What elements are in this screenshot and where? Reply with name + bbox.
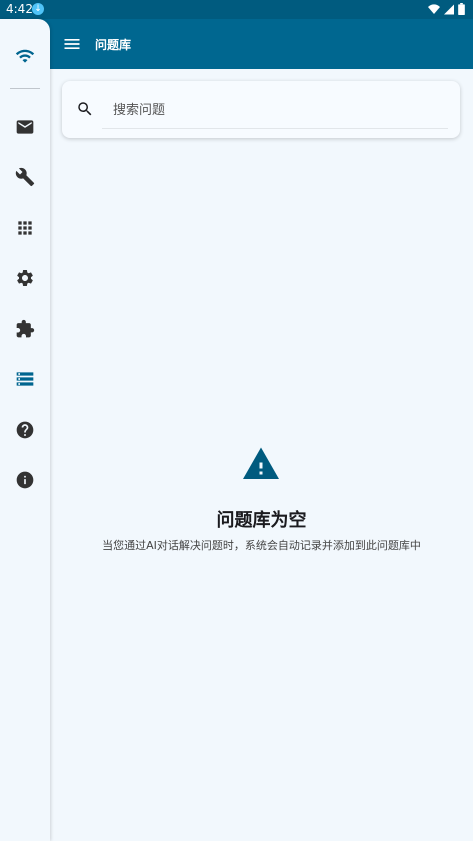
- empty-state-description: 当您通过AI对话解决问题时，系统会自动记录并添加到此问题库中: [102, 539, 421, 552]
- battery-icon: [458, 3, 465, 15]
- app-bar: 问题库: [0, 19, 473, 69]
- wifi-icon: [15, 49, 35, 63]
- nav-item-mail[interactable]: [13, 115, 37, 139]
- menu-button[interactable]: [62, 34, 82, 54]
- help-icon: [16, 421, 34, 439]
- wifi-signal-icon: [428, 3, 440, 14]
- storage-list-icon: [16, 372, 34, 386]
- nav-item-about[interactable]: [13, 468, 37, 492]
- nav-item-tools[interactable]: [13, 165, 37, 189]
- mail-icon: [16, 120, 34, 134]
- page-title: 问题库: [95, 38, 132, 52]
- puzzle-icon: [16, 319, 35, 338]
- search-input[interactable]: [102, 93, 448, 129]
- status-bar: 4:42 ↓: [0, 0, 473, 19]
- search-icon: [78, 102, 92, 116]
- nav-item-wifi[interactable]: [13, 44, 37, 68]
- cell-signal-icon: [444, 4, 454, 14]
- nav-item-settings[interactable]: [13, 266, 37, 290]
- gear-icon: [17, 270, 33, 286]
- nav-item-apps[interactable]: [13, 216, 37, 240]
- rail-divider: [10, 88, 40, 89]
- status-icons: [428, 3, 465, 15]
- menu-icon: [64, 39, 80, 49]
- search-bar: [62, 81, 460, 138]
- nav-item-plugins[interactable]: [13, 317, 37, 341]
- status-time: 4:42: [6, 2, 33, 16]
- nav-item-question-library[interactable]: [13, 367, 37, 391]
- apps-grid-icon: [18, 221, 32, 235]
- info-icon: [16, 471, 34, 489]
- empty-state-title: 问题库为空: [216, 510, 307, 531]
- wrench-icon: [15, 167, 35, 187]
- nav-item-help[interactable]: [13, 418, 37, 442]
- nav-rail: [0, 19, 50, 841]
- warning-icon: [243, 447, 279, 479]
- download-icon: ↓: [32, 3, 44, 15]
